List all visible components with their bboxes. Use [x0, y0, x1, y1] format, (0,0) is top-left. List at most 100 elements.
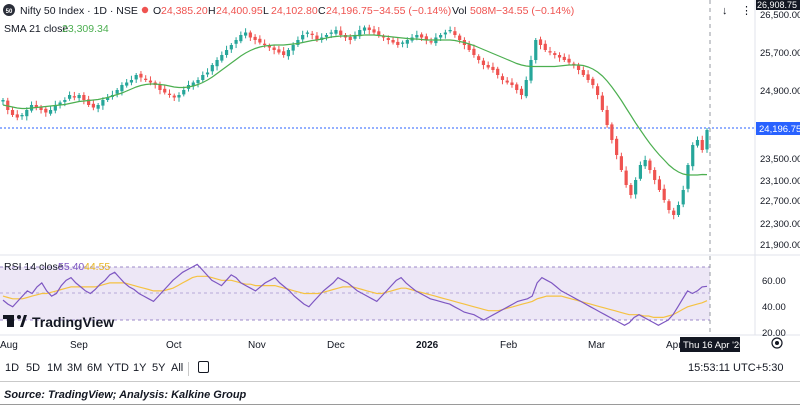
candle-body	[220, 55, 224, 61]
price-tick-label: 23,100.00	[760, 176, 800, 187]
candle-body	[339, 30, 343, 35]
price-tick-label: 22,700.00	[760, 196, 800, 207]
candle-body	[657, 179, 662, 190]
candle-body	[557, 55, 562, 58]
candle-body	[258, 38, 262, 43]
symbol-title[interactable]: Nifty 50 Index · 1D · NSE	[20, 5, 138, 17]
ohlc-value-l: 24,102.80	[271, 5, 318, 17]
candle-body	[653, 170, 657, 180]
candle-body	[472, 48, 476, 55]
candle-body	[600, 95, 604, 110]
rsi-legend-name[interactable]: RSI 14 close	[4, 261, 64, 273]
candle-body	[372, 29, 376, 33]
candle-body	[253, 36, 257, 40]
top-price-tag-text: 26,908.75	[757, 0, 797, 10]
timeframe-5d-button[interactable]: 5D	[26, 362, 40, 374]
candle-body	[534, 40, 538, 60]
candle-body	[286, 50, 291, 57]
calendar-icon[interactable]	[198, 361, 209, 373]
candle-body	[25, 110, 29, 117]
timeframe-all-button[interactable]: All	[171, 362, 183, 374]
sma-legend-name[interactable]: SMA 21 close	[4, 23, 68, 35]
candles-group	[1, 24, 709, 220]
timeframe-1y-button[interactable]: 1Y	[133, 362, 146, 374]
time-tick-label: Feb	[500, 340, 518, 351]
candle-body	[619, 156, 623, 170]
candle-body	[215, 60, 219, 67]
ohlc-readout: O 24,385.20 H 24,400.95 L 24,102.80 C 24,196.75…	[153, 5, 574, 17]
candle-body	[263, 43, 267, 45]
candle-body	[415, 35, 419, 38]
candle-body	[120, 85, 124, 92]
candle-body	[367, 27, 371, 30]
vol-label: Vol	[452, 5, 467, 17]
candle-body	[301, 35, 305, 40]
last-price-tag-text: 24,196.75	[759, 124, 800, 135]
timeframe-1d-button[interactable]: 1D	[5, 362, 19, 374]
candle-body	[234, 40, 238, 44]
candle-body	[624, 170, 628, 185]
candle-body	[134, 75, 138, 80]
arrow-down-icon[interactable]: ↓	[722, 5, 728, 17]
candle-body	[543, 43, 547, 50]
candle-body	[510, 82, 514, 85]
candle-body	[182, 90, 186, 95]
rsi-scale[interactable]: 60.00 40.00 20.00	[762, 276, 786, 339]
candle-body	[676, 205, 681, 215]
candle-body	[691, 145, 695, 167]
timeframe-6m-button[interactable]: 6M	[87, 362, 102, 374]
candle-body	[448, 30, 452, 32]
toolbar-divider	[188, 362, 189, 376]
candle-body	[329, 32, 333, 34]
candle-body	[500, 76, 505, 80]
candle-body	[524, 80, 528, 97]
timeframe-ytd-button[interactable]: YTD	[107, 362, 129, 374]
market-status-icon	[141, 6, 149, 14]
candle-body	[125, 82, 129, 86]
candle-body	[591, 78, 595, 85]
time-tick-label: Nov	[248, 340, 266, 351]
price-tick-label: 23,500.00	[760, 154, 800, 165]
candle-body	[705, 130, 709, 150]
candle-body	[486, 65, 490, 68]
candle-body	[377, 31, 381, 35]
vol-change: −34.55 (−0.14%)	[496, 5, 574, 17]
bottom-toolbar: 1D 5D 1M 3M 6M YTD 1Y 5Y All 15:53:11 UT…	[0, 358, 800, 380]
settings-gear-center	[775, 341, 779, 345]
candle-body	[282, 51, 286, 55]
time-tick-label: Dec	[327, 340, 345, 351]
time-tick-label: Mar	[588, 340, 606, 351]
candle-body	[634, 180, 638, 195]
candle-body	[144, 78, 148, 80]
candle-body	[477, 56, 481, 60]
candle-body	[519, 88, 524, 95]
candle-body	[629, 185, 633, 195]
candle-body	[310, 33, 314, 35]
time-tick-label: Oct	[166, 340, 182, 351]
candle-body	[77, 95, 81, 99]
candle-body	[10, 110, 15, 115]
candle-body	[405, 40, 409, 44]
symbol-badge-text: 50	[6, 9, 13, 15]
clock-readout[interactable]: 15:53:11 UTC+5:30	[688, 362, 784, 374]
timeframe-5y-button[interactable]: 5Y	[152, 362, 165, 374]
more-icon[interactable]: ⋮	[741, 5, 752, 17]
candle-body	[443, 32, 447, 35]
tradingview-wordmark: TradingView	[32, 314, 114, 330]
time-axis[interactable]: Aug Sep Oct Nov Dec 2026 Feb Mar Apr	[0, 340, 682, 351]
timeframe-3m-button[interactable]: 3M	[67, 362, 82, 374]
chart-canvas[interactable]: 50 Nifty 50 Index · 1D · NSE O 24,385.20 H…	[0, 0, 800, 360]
candle-body	[615, 138, 619, 155]
candle-body	[538, 39, 543, 45]
candle-body	[201, 75, 205, 80]
candle-body	[115, 90, 119, 94]
candle-body	[239, 35, 243, 42]
candle-body	[172, 95, 176, 98]
toolbar-separator	[0, 381, 800, 382]
price-tick-label: 22,300.00	[760, 219, 800, 230]
timeframe-1m-button[interactable]: 1M	[47, 362, 62, 374]
crosshair-time-tag-text: Thu 16 Apr '26	[683, 340, 745, 351]
candle-body	[96, 105, 100, 109]
candle-body	[15, 114, 19, 118]
candle-body	[667, 201, 671, 210]
